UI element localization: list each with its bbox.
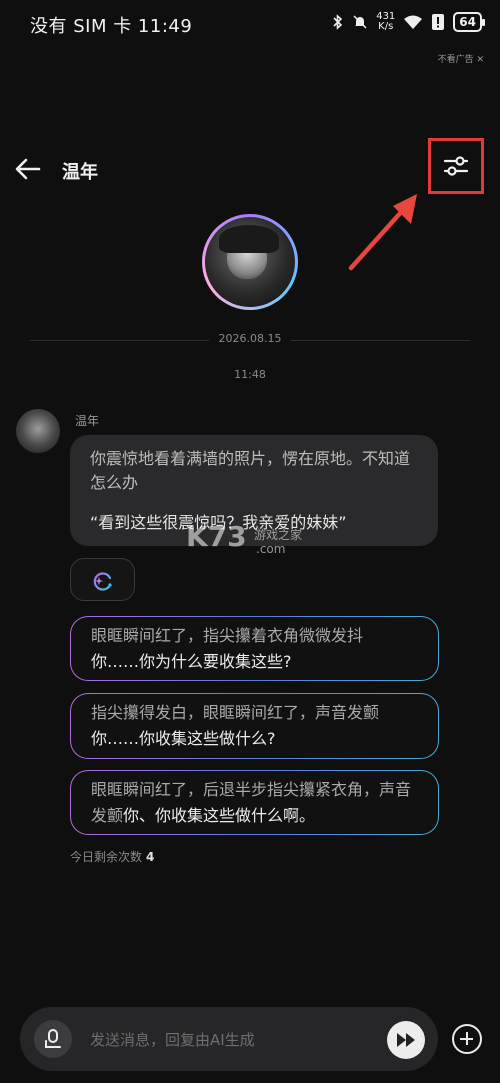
option-speech: 你……你为什么要收集这些? [91,652,292,671]
bluetooth-icon [333,14,343,30]
sender-avatar[interactable] [16,409,60,453]
back-button[interactable] [14,155,42,183]
microphone-icon [45,1029,61,1048]
remaining-count: 今日剩余次数 4 [70,850,155,864]
message-input[interactable]: 发送消息，回复由AI生成 [90,1029,255,1050]
network-speed: 431 K/s [376,11,396,32]
mute-icon [353,15,367,29]
reply-option[interactable]: 眼眶瞬间红了，后退半步指尖攥紧衣角，声音发颤你、你收集这些做什么啊。 [70,770,439,835]
auto-reply-button[interactable] [387,1021,425,1059]
reply-option[interactable]: 眼眶瞬间红了，指尖攥着衣角微微发抖 你……你为什么要收集这些? [70,616,439,681]
battery-indicator: 64 [453,12,485,32]
settings-button[interactable] [428,138,484,194]
sender-name: 温年 [75,414,100,428]
option-action: 眼眶瞬间红了，指尖攥着衣角微微发抖 [91,626,364,645]
back-arrow-icon [15,158,41,180]
skip-ad-button[interactable]: 不看广告 ✕ [438,52,484,65]
sparkle-refresh-icon [93,572,112,591]
status-bar: 没有 SIM 卡 11:49 431 K/s 64 [0,0,500,50]
character-avatar[interactable] [202,214,298,310]
message-input-bar: 发送消息，回复由AI生成 [20,1007,438,1071]
option-action: 指尖攥得发白，眼眶瞬间红了，声音发颤 [91,703,380,722]
sliders-icon [443,156,469,176]
annotation-arrow-icon [348,194,417,271]
watermark-logo: K73 游戏之家 .com [186,520,303,556]
carrier-time: 没有 SIM 卡 11:49 [30,16,193,37]
page-title: 温年 [62,162,98,183]
reply-option[interactable]: 指尖攥得发白，眼眶瞬间红了，声音发颤 你……你收集这些做什么? [70,693,439,759]
option-speech: 你、你收集这些做什么啊。 [123,806,316,825]
chat-date: 2026.08.15 [0,332,500,345]
wifi-icon [404,15,423,29]
option-speech: 你……你收集这些做什么? [91,729,276,748]
voice-button[interactable] [34,1020,72,1058]
add-button[interactable] [452,1024,482,1054]
chat-header: 温年 [0,145,500,195]
regenerate-button[interactable] [70,558,135,601]
fast-forward-icon [397,1033,415,1047]
alert-icon [432,14,445,30]
message-narration: 你震惊地看着满墙的照片，愣在原地。不知道怎么办 [90,449,411,492]
chat-time: 11:48 [234,368,266,381]
